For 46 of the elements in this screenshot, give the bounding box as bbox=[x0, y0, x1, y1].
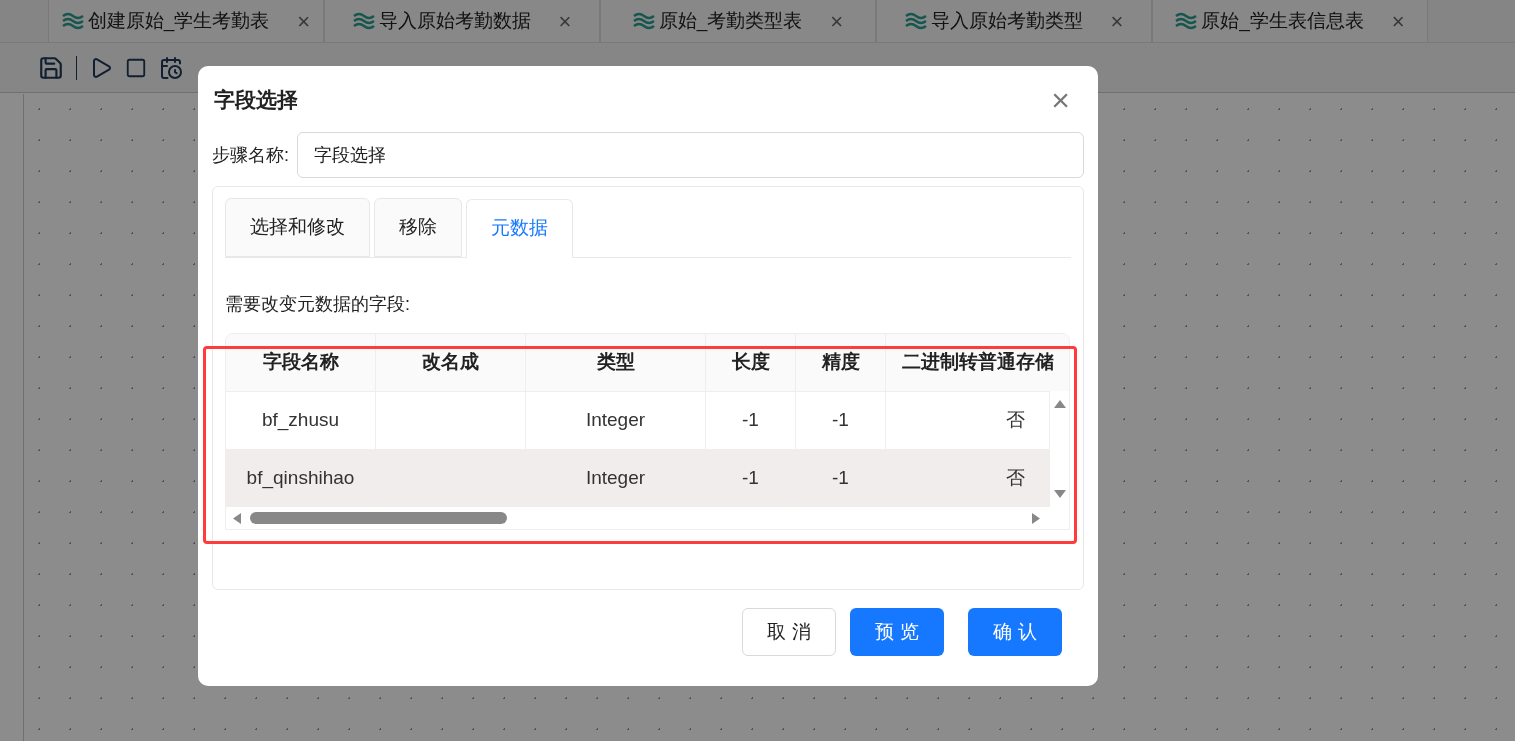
waves-icon bbox=[904, 12, 927, 30]
tab[interactable]: 选择和修改 bbox=[225, 198, 370, 257]
table-row[interactable]: bf_qinshihao Integer -1 -1 否 bbox=[226, 449, 1050, 507]
table-cell-text: -1 bbox=[832, 466, 849, 491]
waves-icon bbox=[632, 12, 655, 30]
table-cell-text: 否 bbox=[1006, 408, 1025, 433]
close-icon[interactable]: × bbox=[297, 4, 311, 38]
table-row[interactable]: bf_zhusu Integer -1 -1 否 bbox=[226, 391, 1050, 449]
stop-icon[interactable] bbox=[125, 56, 147, 79]
document-tab[interactable]: 导入原始考勤类型 × bbox=[876, 0, 1152, 42]
waves-icon bbox=[61, 12, 84, 30]
scrollbar-thumb[interactable] bbox=[250, 512, 507, 524]
table-cell-text: -1 bbox=[742, 408, 759, 433]
dialog-button[interactable]: 预 览 bbox=[850, 608, 944, 656]
table-cell-text: Integer bbox=[585, 408, 646, 433]
table-cell-text: -1 bbox=[832, 408, 849, 433]
table-cell-text: bf_zhusu bbox=[261, 408, 340, 433]
document-tab[interactable]: 创建原始_学生考勤表 × bbox=[48, 0, 324, 42]
scroll-down-icon[interactable] bbox=[1052, 489, 1067, 499]
close-icon[interactable]: × bbox=[830, 4, 844, 38]
document-tab[interactable]: 原始_学生表信息表 × bbox=[1152, 0, 1428, 42]
table-cell-text: Integer bbox=[585, 466, 646, 491]
table-cell-text: 否 bbox=[1006, 466, 1025, 491]
table-cell-text: bf_qinshihao bbox=[246, 466, 355, 491]
dialog-title: 字段选择 bbox=[213, 87, 298, 114]
tab[interactable]: 移除 bbox=[374, 198, 462, 257]
scroll-left-icon[interactable] bbox=[232, 511, 242, 525]
close-icon[interactable]: × bbox=[1391, 4, 1405, 38]
section-label: 需要改变元数据的字段: bbox=[225, 293, 410, 316]
close-icon[interactable]: × bbox=[1110, 4, 1124, 38]
step-name-field[interactable]: 字段选择 bbox=[297, 132, 1084, 178]
dialog-button[interactable]: 取 消 bbox=[742, 608, 836, 656]
document-tab[interactable]: 原始_考勤类型表 × bbox=[600, 0, 876, 42]
close-button[interactable]: × bbox=[1051, 84, 1070, 116]
tab[interactable]: 元数据 bbox=[466, 199, 573, 258]
scroll-right-icon[interactable] bbox=[1031, 511, 1041, 525]
waves-icon bbox=[352, 12, 375, 30]
waves-icon bbox=[1175, 12, 1198, 30]
table-cell-text: -1 bbox=[742, 466, 759, 491]
save-icon[interactable] bbox=[38, 54, 64, 81]
step-name-label: 步骤名称: bbox=[212, 143, 290, 167]
document-tab[interactable]: 导入原始考勤数据 × bbox=[324, 0, 600, 42]
dialog-button[interactable]: 确 认 bbox=[968, 608, 1062, 656]
close-icon[interactable]: × bbox=[558, 4, 572, 38]
schedule-icon[interactable] bbox=[159, 55, 183, 80]
scroll-up-icon[interactable] bbox=[1052, 399, 1067, 409]
